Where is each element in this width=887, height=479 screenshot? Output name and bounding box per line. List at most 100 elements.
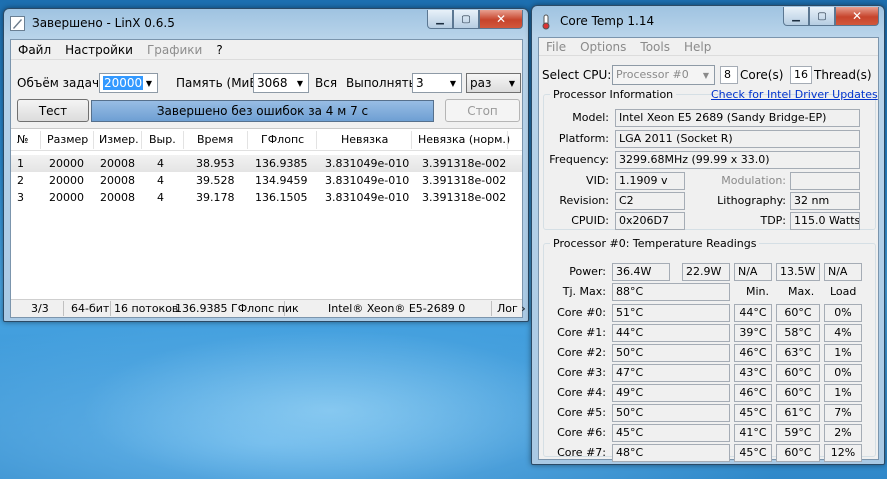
- cell-dim: 20008: [100, 157, 135, 170]
- cell-gflops: 136.9385: [255, 157, 308, 170]
- core-row: Core #4: 49°C 46°C 60°C 1%: [544, 384, 877, 402]
- column-header[interactable]: Выр.: [149, 133, 176, 146]
- linx-app-icon[interactable]: [10, 16, 25, 31]
- table-row[interactable]: 3 20000 20008 4 39.178 136.1505 3.831049…: [11, 189, 522, 206]
- all-memory-label[interactable]: Вся: [315, 76, 337, 90]
- frequency-field: 3299.68MHz (99.99 x 33.0): [615, 151, 860, 169]
- column-header[interactable]: ГФлопс: [261, 133, 304, 146]
- minimize-button[interactable]: ▁: [783, 7, 809, 26]
- menu-help[interactable]: Help: [677, 40, 718, 54]
- run-count-value: 3: [416, 76, 424, 90]
- core-max: 60°C: [776, 444, 820, 462]
- modulation-label: Modulation:: [721, 174, 786, 187]
- core-max: 63°C: [776, 344, 820, 362]
- linx-statusbar: 3/3 64-бит 16 потоков 136.9385 ГФлопс пи…: [11, 299, 526, 317]
- close-button[interactable]: ✕: [479, 10, 523, 29]
- power-value-uncore: N/A: [734, 263, 772, 281]
- status-progress: 3/3: [31, 302, 49, 315]
- test-button[interactable]: Тест: [17, 99, 89, 122]
- maximize-button[interactable]: ▢: [453, 10, 479, 29]
- memory-value: 3068: [257, 76, 288, 90]
- memory-combo[interactable]: 3068 ▼: [253, 73, 309, 93]
- core-min: 45°C: [734, 444, 772, 462]
- core-label: Core #4:: [557, 386, 606, 399]
- core-count-field: 8: [720, 66, 738, 84]
- core-load: 12%: [824, 444, 862, 462]
- cpuid-field: 0x206D7: [615, 212, 685, 230]
- tjmax-field: 88°C: [612, 283, 730, 301]
- status-message-bar: Завершено без ошибок за 4 м 7 с: [91, 100, 434, 122]
- linx-caption-buttons: ▁ ▢ ✕: [427, 10, 523, 29]
- log-button[interactable]: Лог ›: [497, 302, 526, 315]
- table-row[interactable]: 2 20000 20008 4 39.528 134.9459 3.831049…: [11, 172, 522, 189]
- maximize-button[interactable]: ▢: [809, 7, 835, 26]
- minimize-button[interactable]: ▁: [427, 10, 453, 29]
- column-header[interactable]: Невязка: [341, 133, 388, 146]
- core-temp: 48°C: [612, 444, 730, 462]
- cell-index: 1: [17, 157, 24, 170]
- cell-gflops: 136.1505: [255, 191, 308, 204]
- menu-tools[interactable]: Tools: [633, 40, 677, 54]
- temperature-readings-title: Processor #0: Temperature Readings: [550, 237, 760, 250]
- coretemp-caption-buttons: ▁ ▢ ✕: [783, 7, 879, 26]
- core-max: 60°C: [776, 364, 820, 382]
- revision-label: Revision:: [559, 194, 609, 207]
- linx-titlebar[interactable]: Завершено - LinX 0.6.5 ▁ ▢ ✕: [4, 9, 528, 37]
- menu-file[interactable]: Файл: [11, 43, 58, 57]
- cell-residual-norm: 3.391318e-002: [422, 174, 507, 187]
- menu-settings[interactable]: Настройки: [58, 43, 140, 57]
- core-load: 0%: [824, 304, 862, 322]
- status-threads: 16 потоков: [114, 302, 179, 315]
- run-unit-combo[interactable]: раз ▼: [466, 73, 521, 93]
- core-load: 4%: [824, 324, 862, 342]
- core-temp: 44°C: [612, 324, 730, 342]
- coretemp-titlebar[interactable]: Core Temp 1.14 ▁ ▢ ✕: [532, 6, 884, 34]
- lithography-field: 32 nm: [790, 192, 860, 210]
- status-bits: 64-бит: [71, 302, 110, 315]
- vid-label: VID:: [586, 174, 609, 187]
- results-table: № Размер Измер. Выр. Время ГФлопс Невязк…: [11, 128, 522, 301]
- power-value-dram: 13.5W: [776, 263, 820, 281]
- power-value-package: 36.4W: [612, 263, 670, 281]
- core-load: 1%: [824, 344, 862, 362]
- cell-size: 20000: [49, 174, 84, 187]
- core-min: 43°C: [734, 364, 772, 382]
- run-label: Выполнять:: [346, 76, 420, 90]
- driver-update-link[interactable]: Check for Intel Driver Updates: [711, 88, 878, 101]
- close-button[interactable]: ✕: [835, 7, 879, 26]
- stop-button[interactable]: Стоп: [445, 99, 520, 122]
- frequency-label: Frequency:: [549, 153, 609, 166]
- chevron-down-icon: ▼: [508, 78, 516, 88]
- coretemp-menubar: File Options Tools Help: [539, 38, 878, 56]
- core-label: Core #3:: [557, 366, 606, 379]
- menu-graphs[interactable]: Графики: [140, 43, 209, 57]
- linx-client-area: Файл Настройки Графики ? Объём задачи: 2…: [10, 39, 526, 318]
- run-count-combo[interactable]: 3 ▼: [412, 73, 462, 93]
- menu-file[interactable]: File: [539, 40, 573, 54]
- column-header[interactable]: Размер: [47, 133, 88, 146]
- core-row: Core #3: 47°C 43°C 60°C 0%: [544, 364, 877, 382]
- thermometer-icon[interactable]: [539, 14, 553, 30]
- core-min: 41°C: [734, 424, 772, 442]
- tdp-field: 115.0 Watts: [790, 212, 860, 230]
- core-min: 46°C: [734, 344, 772, 362]
- coretemp-window: Core Temp 1.14 ▁ ▢ ✕ File Options Tools …: [531, 5, 885, 465]
- table-row[interactable]: 1 20000 20008 4 38.953 136.9385 3.831049…: [11, 155, 522, 172]
- column-header[interactable]: Время: [197, 133, 233, 146]
- core-label: Core #5:: [557, 406, 606, 419]
- select-cpu-combo[interactable]: Processor #0 ▼: [612, 65, 715, 85]
- core-temp: 50°C: [612, 344, 730, 362]
- column-header[interactable]: №: [17, 133, 28, 146]
- core-row: Core #2: 50°C 46°C 63°C 1%: [544, 344, 877, 362]
- chevron-down-icon: ▼: [702, 70, 710, 80]
- core-row: Core #5: 50°C 45°C 61°C 7%: [544, 404, 877, 422]
- column-header[interactable]: Невязка (норм.): [418, 133, 510, 146]
- problem-size-combo[interactable]: 20000 ▼: [99, 73, 158, 93]
- menu-help[interactable]: ?: [209, 43, 229, 57]
- menu-options[interactable]: Options: [573, 40, 633, 54]
- tdp-label: TDP:: [760, 214, 786, 227]
- core-row: Core #6: 45°C 41°C 59°C 2%: [544, 424, 877, 442]
- model-label: Model:: [572, 111, 609, 124]
- column-header[interactable]: Измер.: [99, 133, 139, 146]
- minimize-icon: ▁: [792, 10, 800, 22]
